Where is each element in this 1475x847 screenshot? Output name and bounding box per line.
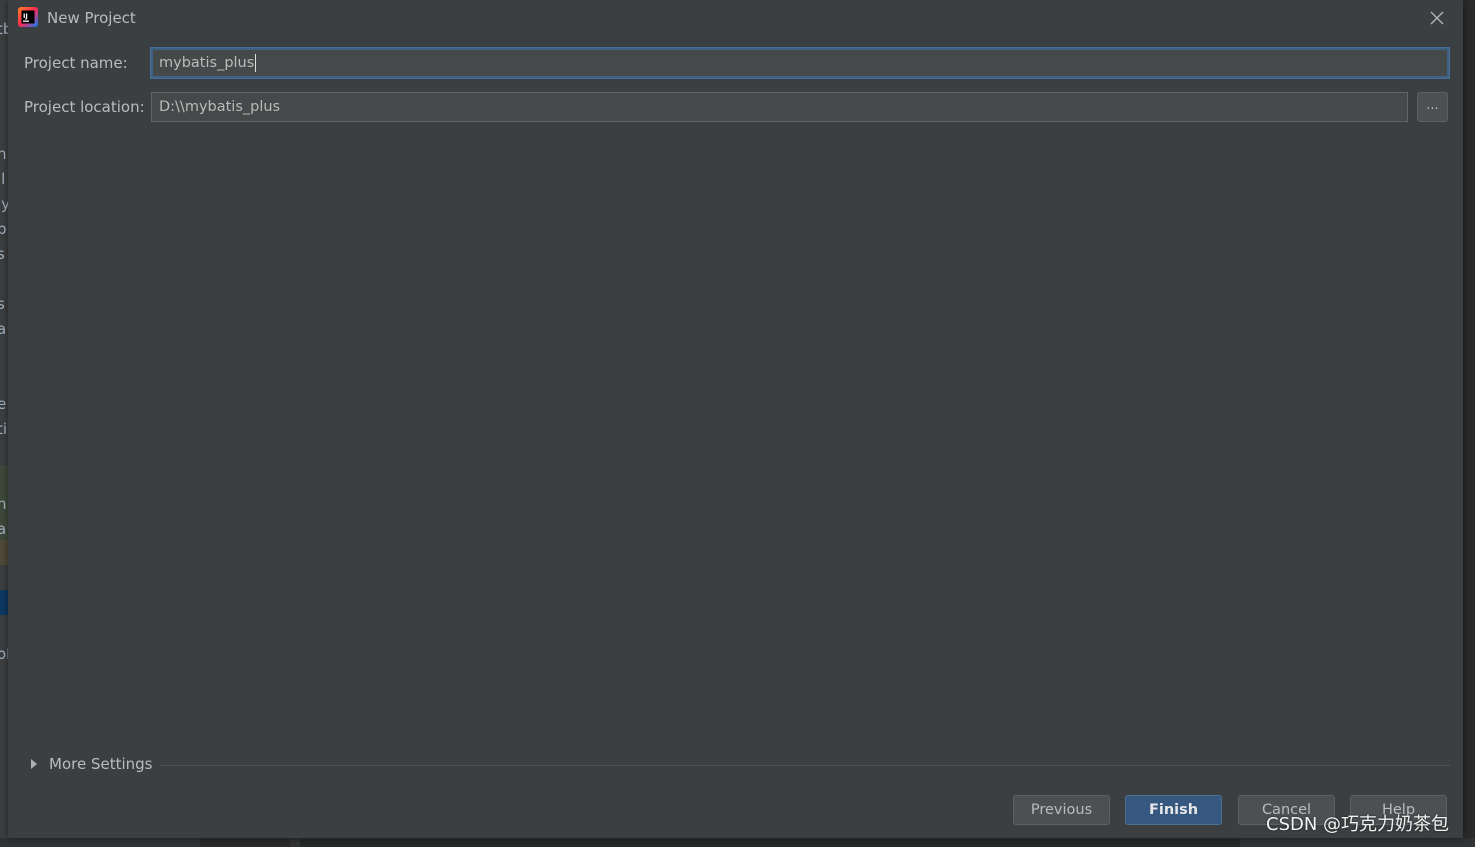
background-text: e	[0, 395, 7, 413]
background-text: ll	[0, 170, 6, 188]
background-text: n	[0, 145, 7, 163]
watermark-text: CSDN @巧克力奶茶包	[1266, 814, 1450, 835]
new-project-dialog: IJ New Project Project name: mybatis_plu…	[8, 0, 1463, 838]
background-status-segment	[300, 839, 1240, 847]
finish-button[interactable]: Finish	[1125, 795, 1222, 825]
project-name-value: mybatis_plus	[159, 55, 255, 71]
background-text: ti	[0, 420, 8, 438]
more-settings-divider	[160, 765, 1450, 766]
text-caret	[255, 54, 257, 72]
previous-button[interactable]: Previous	[1013, 795, 1110, 825]
project-name-label: Project name:	[24, 54, 128, 72]
project-name-input[interactable]: mybatis_plus	[151, 48, 1449, 78]
project-location-value: D:\\mybatis_plus	[159, 99, 281, 115]
background-text: s	[0, 245, 5, 263]
browse-location-button[interactable]: ...	[1417, 92, 1448, 122]
svg-text:IJ: IJ	[23, 12, 28, 20]
close-icon[interactable]	[1427, 8, 1447, 28]
triangle-right-icon	[31, 759, 37, 769]
background-text: n	[0, 495, 7, 513]
project-location-input[interactable]: D:\\mybatis_plus	[151, 92, 1408, 122]
dialog-title: New Project	[47, 9, 136, 27]
dialog-titlebar: IJ New Project	[8, 0, 1463, 36]
intellij-idea-icon: IJ	[18, 7, 38, 27]
project-location-label: Project location:	[24, 98, 145, 116]
background-text: a	[0, 320, 7, 338]
background-status-segment	[200, 839, 290, 847]
background-text: a	[0, 520, 7, 538]
background-text: p	[0, 220, 7, 238]
background-text: s	[0, 295, 5, 313]
more-settings-label: More Settings	[49, 755, 153, 773]
